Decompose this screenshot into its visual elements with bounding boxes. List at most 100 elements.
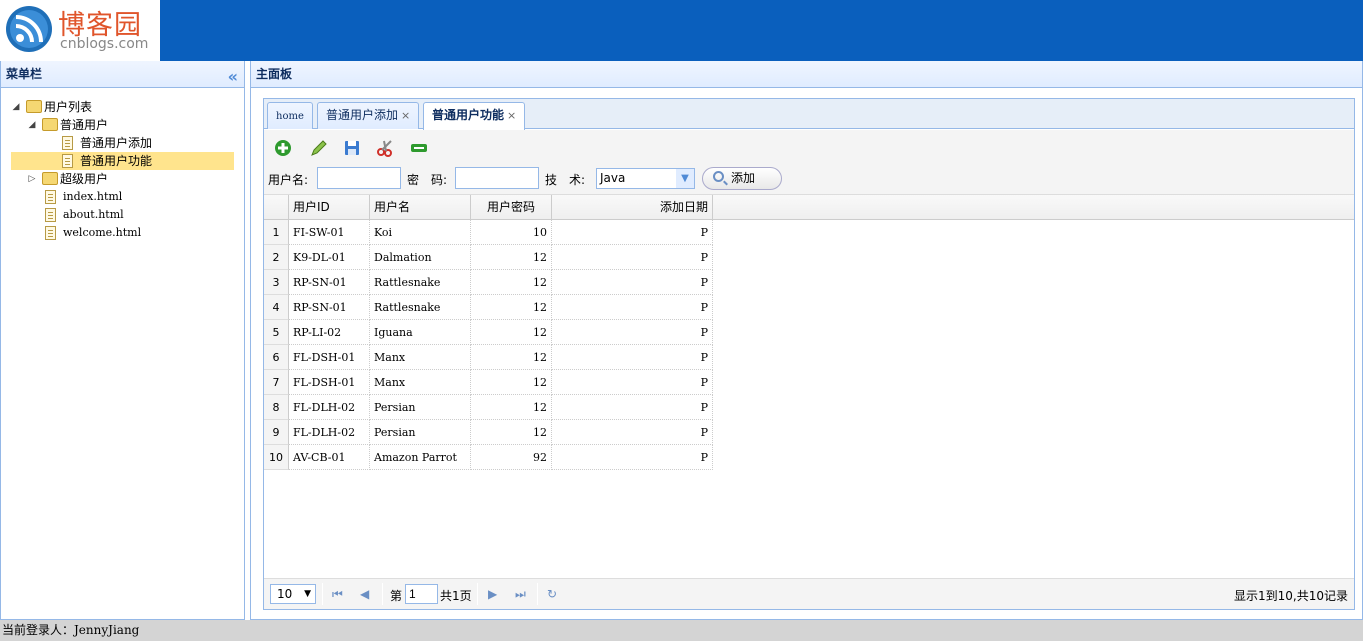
cell-password: 10 [471,220,552,245]
chevron-down-icon[interactable]: ▼ [676,169,694,188]
tabs-container: home 普通用户添加 × 普通用户功能 × 用户名: 密 码: 技 术: Ja… [263,98,1355,610]
cell-password: 12 [471,320,552,345]
cell-user-id: K9-DL-01 [289,245,370,270]
prev-page-icon[interactable]: ◀ [360,587,369,601]
table-row[interactable]: 1 FI-SW-01 Koi 10 P [264,220,714,245]
page-number-input[interactable] [405,584,438,604]
tab-home[interactable]: home [267,102,313,129]
folder-icon [42,118,58,131]
main-panel-header: 主面板 [251,61,1362,88]
main-panel: 主面板 home 普通用户添加 × 普通用户功能 × 用户名: 密 码: 技 术… [250,61,1363,620]
cell-date: P [552,295,713,320]
file-icon [45,190,56,204]
cut-icon[interactable] [376,139,396,157]
tree-item[interactable]: about.html [11,206,234,224]
close-icon[interactable]: × [507,109,516,122]
save-icon[interactable] [343,139,363,157]
grid-header: 用户ID 用户名 用户密码 添加日期 [264,195,1354,220]
username-label: 用户名: [268,173,309,187]
table-row[interactable]: 2 K9-DL-01 Dalmation 12 P [264,245,714,270]
collapsed-toggle-icon[interactable]: ▷ [27,170,37,188]
add-button-label: 添加 [731,171,756,185]
table-row[interactable]: 4 RP-SN-01 Rattlesnake 12 P [264,295,714,320]
tab-bar: home 普通用户添加 × 普通用户功能 × [264,99,1354,130]
current-user-text: 当前登录人：JennyJiang [2,623,140,637]
tree-item[interactable]: 普通用户功能 [11,152,234,170]
last-page-icon[interactable]: ⏭ [515,587,526,602]
cell-username: Rattlesnake [370,295,471,320]
cell-password: 12 [471,295,552,320]
tree-item[interactable]: ◢ 普通用户 [11,116,234,134]
tab-user-add[interactable]: 普通用户添加 × [317,102,420,129]
cell-password: 12 [471,370,552,395]
cell-user-id: FL-DSH-01 [289,345,370,370]
page-size-value: 10 [277,587,293,601]
row-number: 5 [264,320,289,345]
divider [382,583,383,605]
cell-date: P [552,245,713,270]
site-logo[interactable]: 博客园 cnblogs.com [0,0,160,61]
table-row[interactable]: 5 RP-LI-02 Iguana 12 P [264,320,714,345]
tree-item-label: 超级用户 [60,172,109,186]
collapse-left-icon[interactable]: « [228,64,238,90]
cell-date: P [552,270,713,295]
tree-item[interactable]: index.html [11,188,234,206]
username-input[interactable] [317,167,401,189]
menu-panel-header: 菜单栏 « [1,61,244,88]
column-header-user-id[interactable]: 用户ID [289,195,370,220]
tree-item[interactable]: ▷ 超级用户 [11,170,234,188]
table-row[interactable]: 8 FL-DLH-02 Persian 12 P [264,395,714,420]
search-form: 用户名: 密 码: 技 术: Java ▼ 添加 [268,166,868,190]
tree-item[interactable]: ◢ 用户列表 [11,98,234,116]
refresh-icon[interactable]: ↻ [547,587,557,601]
page-size-select[interactable]: 10 ▼ [270,584,316,604]
chevron-down-icon[interactable]: ▼ [304,585,311,603]
next-page-icon[interactable]: ▶ [488,587,497,601]
tree-item[interactable]: welcome.html [11,224,234,242]
menu-panel: 菜单栏 « ◢ 用户列表 ◢ 普通用户 普通用户添加 普通用户功能 ▷ 超级用户 index.h… [0,61,245,620]
menu-panel-title: 菜单栏 [6,67,43,81]
status-bar: 当前登录人：JennyJiang [0,620,1363,641]
cell-username: Persian [370,395,471,420]
expanded-toggle-icon[interactable]: ◢ [27,116,37,134]
expanded-toggle-icon[interactable]: ◢ [11,98,21,116]
cell-date: P [552,320,713,345]
table-row[interactable]: 10 AV-CB-01 Amazon Parrot 92 P [264,445,714,470]
close-icon[interactable]: × [401,109,410,122]
column-header-username[interactable]: 用户名 [370,195,471,220]
cell-username: Persian [370,420,471,445]
table-row[interactable]: 3 RP-SN-01 Rattlesnake 12 P [264,270,714,295]
cell-user-id: FL-DLH-02 [289,420,370,445]
edit-icon[interactable] [309,139,329,157]
cell-date: P [552,345,713,370]
tab-user-functions[interactable]: 普通用户功能 × [423,102,526,130]
password-label: 密 码: [407,173,448,187]
main-panel-title: 主面板 [256,67,293,81]
row-number: 9 [264,420,289,445]
folder-icon [26,100,42,113]
cell-username: Dalmation [370,245,471,270]
tree-item-label: about.html [63,208,124,221]
row-number: 10 [264,445,289,470]
table-row[interactable]: 6 FL-DSH-01 Manx 12 P [264,345,714,370]
column-header-date[interactable]: 添加日期 [552,195,713,220]
row-number: 8 [264,395,289,420]
tree-item[interactable]: 普通用户添加 [11,134,234,152]
cell-date: P [552,220,713,245]
tech-select[interactable]: Java ▼ [596,168,695,189]
cell-date: P [552,370,713,395]
column-header-password[interactable]: 用户密码 [471,195,552,220]
cell-password: 12 [471,345,552,370]
file-icon [62,154,73,168]
remove-icon[interactable] [410,139,430,157]
cell-password: 92 [471,445,552,470]
tree-item-label: welcome.html [63,226,142,239]
add-button[interactable]: 添加 [702,167,782,190]
table-row[interactable]: 7 FL-DSH-01 Manx 12 P [264,370,714,395]
add-icon[interactable] [274,139,294,157]
divider [537,583,538,605]
rss-logo-icon [6,6,52,52]
table-row[interactable]: 9 FL-DLH-02 Persian 12 P [264,420,714,445]
first-page-icon[interactable]: ⏮ [332,587,343,602]
password-input[interactable] [455,167,539,189]
